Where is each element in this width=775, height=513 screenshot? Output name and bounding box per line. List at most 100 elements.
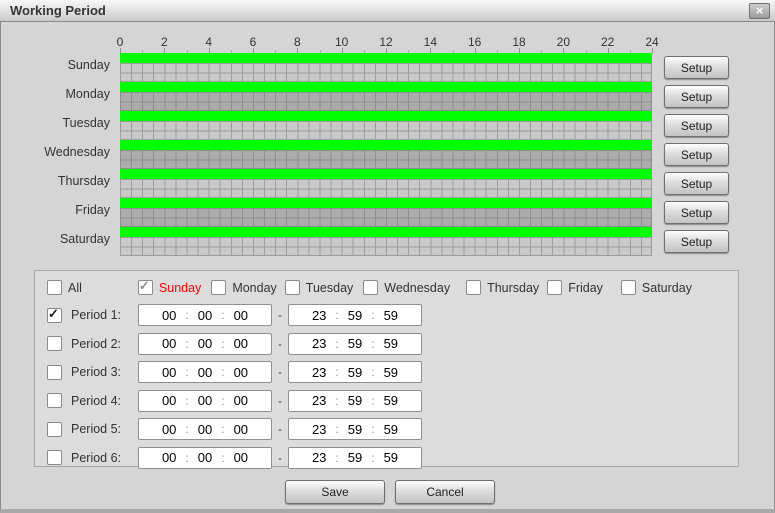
ruler-tick <box>408 50 410 53</box>
period-end-time-input[interactable]: 23:59:59 <box>288 304 422 326</box>
setup-button[interactable]: Setup <box>664 230 729 253</box>
setup-button[interactable]: Setup <box>664 143 729 166</box>
setup-button[interactable]: Setup <box>664 201 729 224</box>
timeline-grid[interactable] <box>120 237 652 256</box>
day-timeline[interactable] <box>120 169 652 198</box>
ruler-tick <box>652 48 653 53</box>
ruler-tick <box>519 48 520 53</box>
period-checkbox[interactable]: ✓ <box>47 306 62 323</box>
setup-button[interactable]: Setup <box>664 85 729 108</box>
period-checkbox[interactable] <box>47 421 62 437</box>
day-checkbox[interactable] <box>284 280 300 295</box>
day-checkbox[interactable] <box>620 280 636 295</box>
start-minute: 00 <box>197 336 213 351</box>
setup-button[interactable]: Setup <box>664 56 729 79</box>
active-period-bar[interactable] <box>120 111 652 121</box>
time-colon: : <box>185 393 189 408</box>
day-select-row: All ✓ Sunday Monday Tuesday Wednesday Th… <box>35 271 738 296</box>
period-end-time-input[interactable]: 23:59:59 <box>288 361 422 383</box>
ruler-tick <box>319 50 321 53</box>
day-timeline[interactable] <box>120 227 652 256</box>
active-period-bar[interactable] <box>120 169 652 179</box>
end-second: 59 <box>383 450 399 465</box>
period-end-time-input[interactable]: 23:59:59 <box>288 418 422 440</box>
day-checkbox[interactable] <box>547 280 563 295</box>
period-start-time-input[interactable]: 00:00:00 <box>138 446 272 469</box>
start-hour: 00 <box>161 307 177 323</box>
period-start-time-input[interactable]: 00:00:00 <box>138 361 272 383</box>
save-button[interactable]: Save <box>285 480 385 504</box>
timeline-grid[interactable] <box>120 63 652 82</box>
day-timeline[interactable] <box>120 53 652 82</box>
period-checkbox[interactable] <box>47 336 62 351</box>
titlebar: Working Period × <box>0 0 775 22</box>
close-icon[interactable]: × <box>749 3 770 19</box>
hour-label: 24 <box>645 35 659 49</box>
range-separator: - <box>278 450 282 465</box>
period-end-time-input[interactable]: 23:59:59 <box>288 332 422 355</box>
timeline-grid[interactable] <box>120 150 652 169</box>
day-checkbox-group: Wednesday <box>363 280 450 295</box>
range-separator: - <box>278 365 282 379</box>
hour-label: 20 <box>556 35 571 49</box>
day-timeline[interactable] <box>120 111 652 140</box>
time-colon: : <box>221 365 225 379</box>
day-checkbox[interactable] <box>466 280 482 295</box>
active-period-bar[interactable] <box>120 140 652 150</box>
end-hour: 23 <box>311 393 327 408</box>
ruler-tick <box>208 48 210 53</box>
ruler-tick <box>186 50 188 53</box>
setup-button[interactable]: Setup <box>664 114 729 137</box>
timeline-grid[interactable] <box>120 179 652 198</box>
period-start-time-input[interactable]: 00:00:00 <box>138 418 272 440</box>
day-checkbox-label: Friday <box>568 280 603 295</box>
period-start-time-input[interactable]: 00:00:00 <box>138 389 272 412</box>
day-timeline-row: Monday Setup <box>0 82 775 111</box>
cancel-button[interactable]: Cancel <box>395 480 495 504</box>
active-period-bar[interactable] <box>120 82 652 92</box>
active-period-bar[interactable] <box>120 53 652 63</box>
all-checkbox[interactable] <box>47 280 62 295</box>
period-checkbox[interactable] <box>47 393 62 408</box>
active-period-bar[interactable] <box>120 198 652 208</box>
ruler-tick <box>452 50 454 53</box>
period-rows: ✓ Period 1: 00:00:00 - 23:59:59 Period 2… <box>35 304 738 469</box>
period-end-time-input[interactable]: 23:59:59 <box>288 389 422 412</box>
period-row: Period 4: 00:00:00 - 23:59:59 <box>47 389 738 412</box>
day-label: Monday <box>65 87 110 101</box>
end-minute: 59 <box>347 364 363 380</box>
time-colon: : <box>371 422 375 436</box>
hour-label: 6 <box>249 35 257 49</box>
timeline-grid[interactable] <box>120 92 652 111</box>
day-checkbox[interactable] <box>211 280 227 295</box>
period-start-time-input[interactable]: 00:00:00 <box>138 304 272 326</box>
day-timeline-row: Friday Setup <box>0 198 775 227</box>
timeline-grid[interactable] <box>120 208 652 227</box>
working-period-dialog: Working Period × 0 2 4 6 8 10 12 14 16 18 20 22 24 S… <box>0 0 775 513</box>
hour-label: 14 <box>423 35 438 49</box>
ruler-tick <box>607 48 609 53</box>
end-minute: 59 <box>347 393 363 408</box>
period-checkbox[interactable] <box>47 364 62 380</box>
time-colon: : <box>221 308 225 322</box>
setup-button[interactable]: Setup <box>664 172 729 195</box>
active-period-bar[interactable] <box>120 227 652 237</box>
day-checkbox[interactable]: ✓ <box>137 278 153 295</box>
dialog-bottom-edge <box>0 509 775 513</box>
hour-label: 16 <box>467 35 482 49</box>
period-end-time-input[interactable]: 23:59:59 <box>288 446 422 469</box>
day-timeline[interactable] <box>120 198 652 227</box>
day-timeline[interactable] <box>120 82 652 111</box>
time-colon: : <box>335 336 339 351</box>
hour-label: 4 <box>205 35 212 49</box>
period-start-time-input[interactable]: 00:00:00 <box>138 332 272 355</box>
start-second: 00 <box>233 421 249 437</box>
timeline-grid[interactable] <box>120 121 652 140</box>
period-checkbox[interactable] <box>47 450 62 465</box>
period-label: Period 3: <box>71 365 122 379</box>
time-colon: : <box>335 393 339 408</box>
ruler-tick <box>363 50 365 53</box>
day-checkbox[interactable] <box>363 280 379 295</box>
day-timeline[interactable] <box>120 140 652 169</box>
start-second: 00 <box>233 336 249 351</box>
